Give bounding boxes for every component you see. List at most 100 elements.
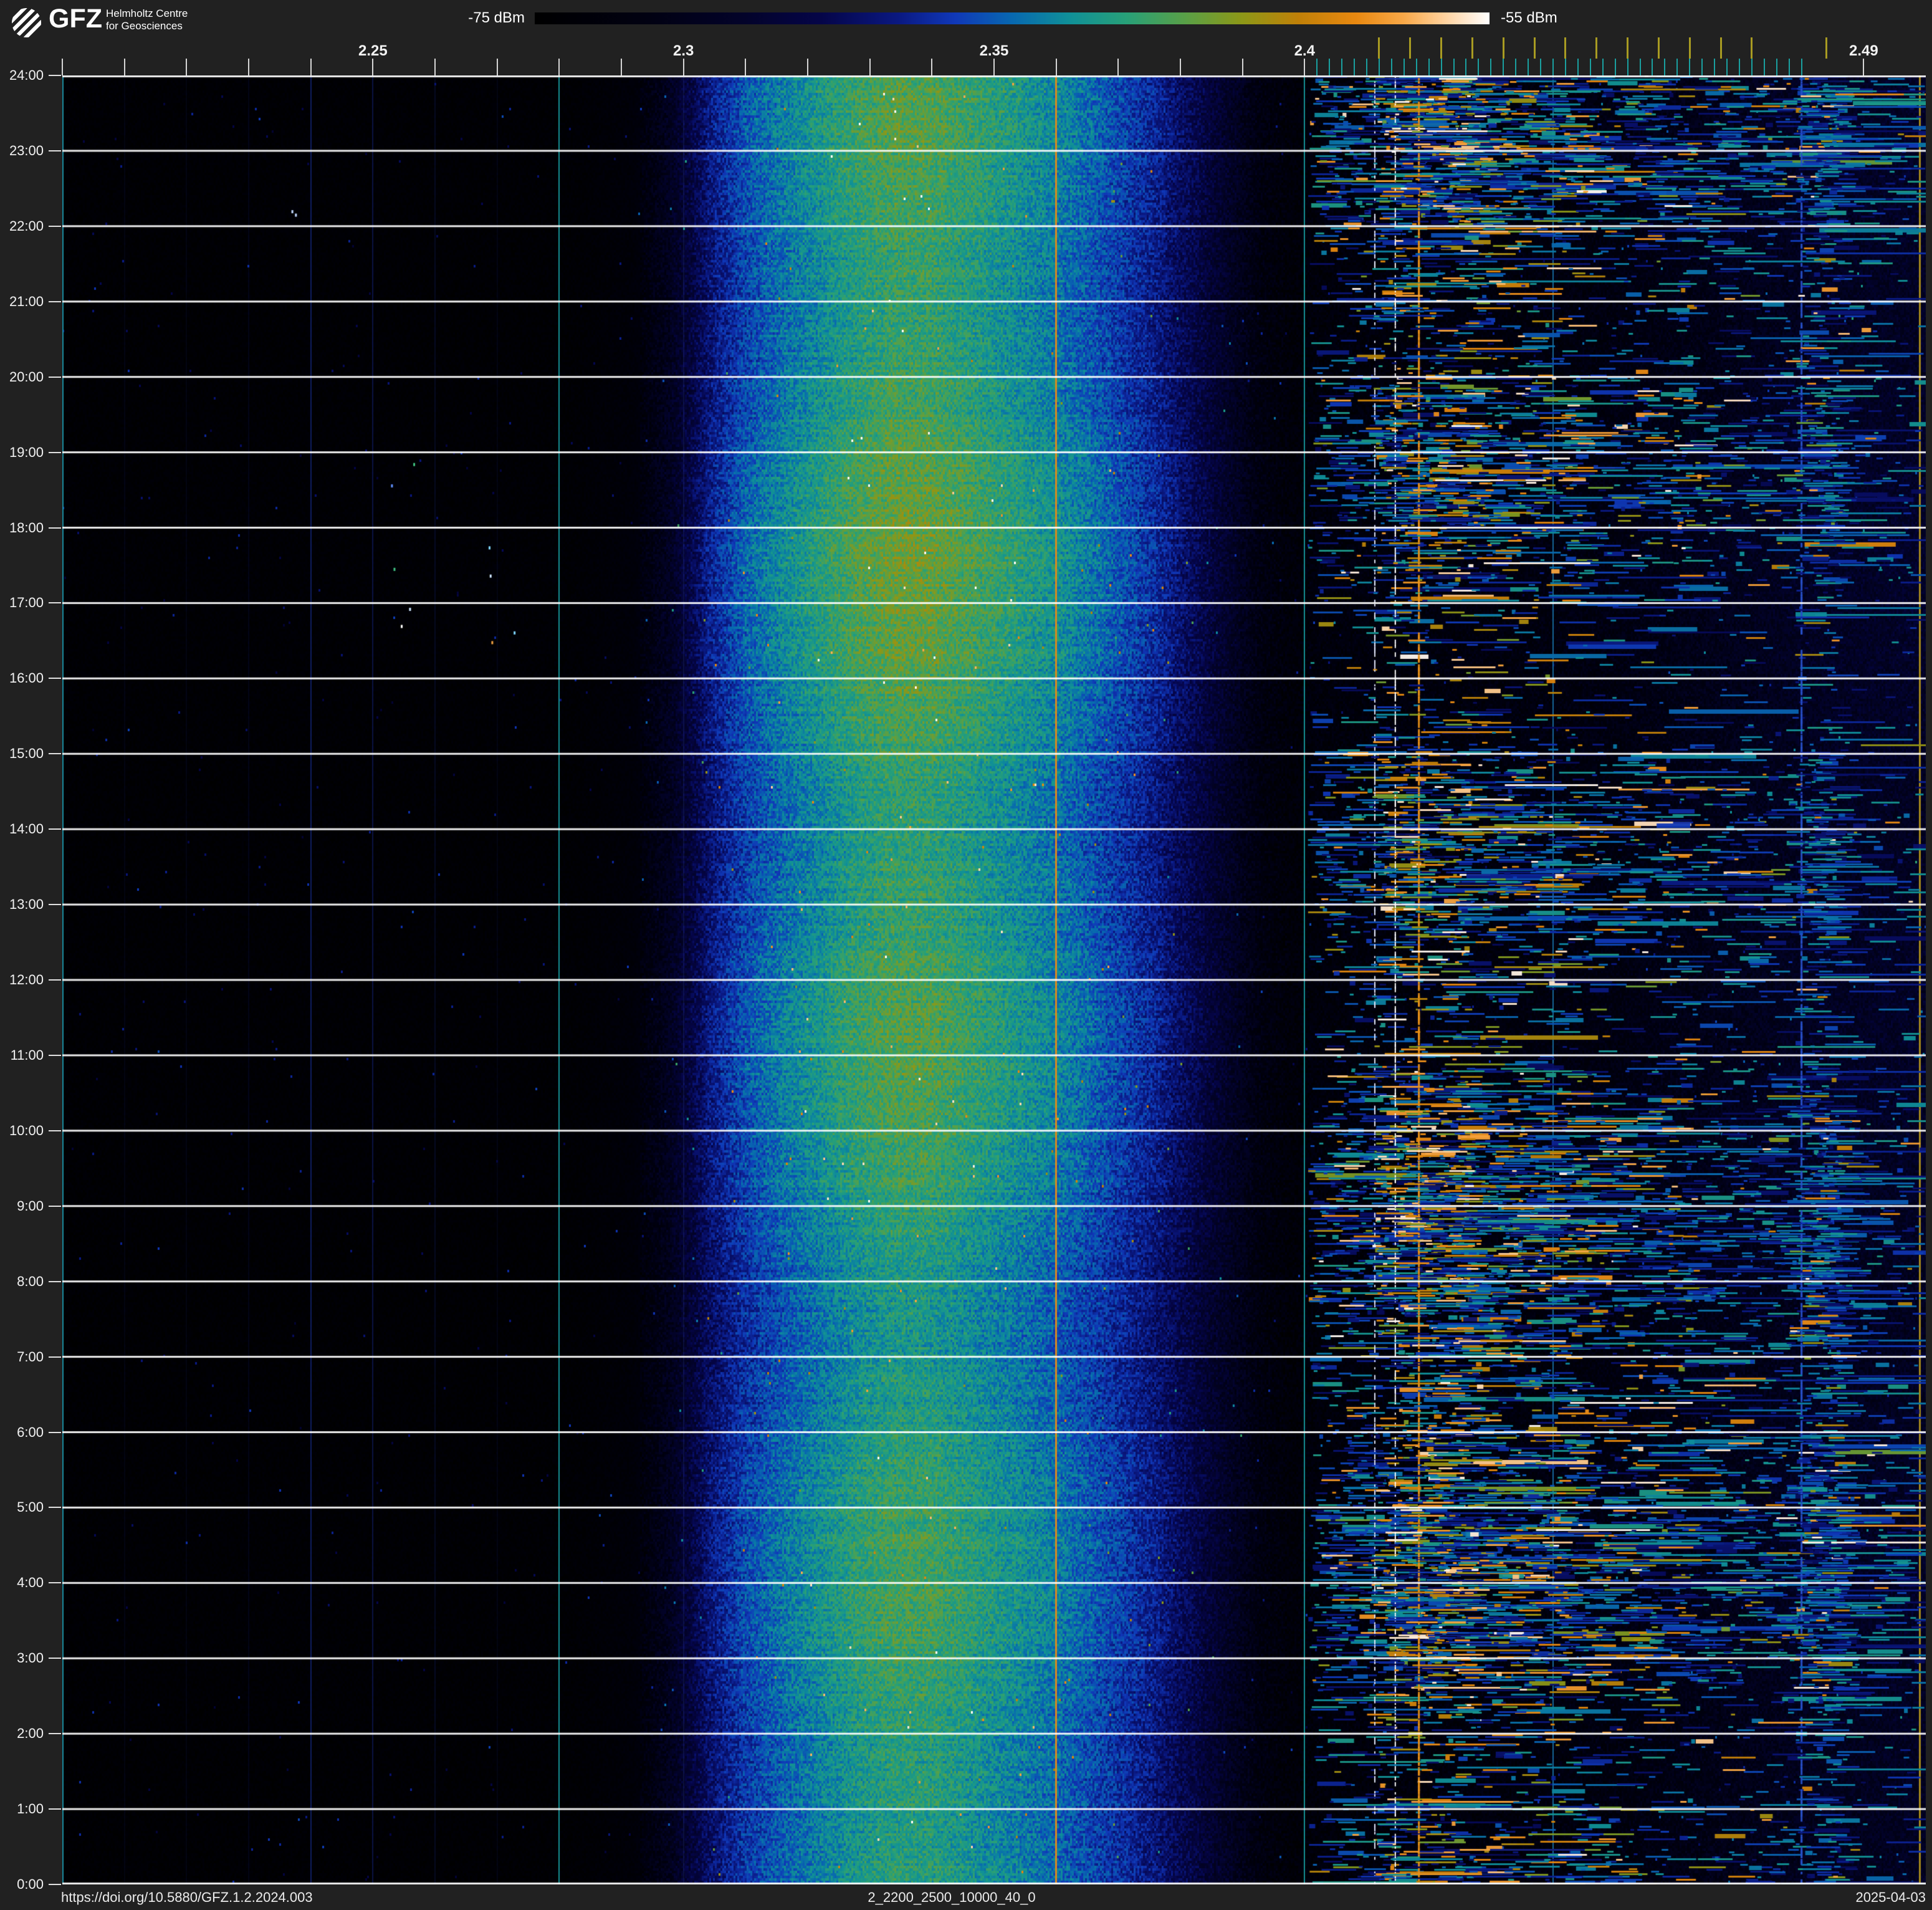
time-label: 16:00 <box>9 670 44 686</box>
wifi-channel-tick <box>1825 37 1828 59</box>
time-tick <box>49 602 61 604</box>
ble-channel-tick <box>1589 59 1591 75</box>
ble-channel-tick <box>1751 59 1753 75</box>
time-tick <box>49 979 61 981</box>
time-label: 1:00 <box>17 1801 44 1817</box>
ble-channel-tick <box>1564 59 1566 75</box>
ble-channel-tick <box>1478 59 1480 75</box>
ble-channel-tick <box>1627 59 1628 75</box>
ble-channel-tick <box>1701 59 1703 75</box>
freq-tick <box>434 59 436 75</box>
ble-channel-tick <box>1577 59 1579 75</box>
time-label: 24:00 <box>9 67 44 83</box>
time-label: 7:00 <box>17 1348 44 1365</box>
freq-label: 2.25 <box>358 42 388 59</box>
time-label: 10:00 <box>9 1122 44 1138</box>
time-label: 4:00 <box>17 1575 44 1591</box>
ble-channel-tick <box>1453 59 1455 75</box>
freq-tick <box>1055 59 1057 75</box>
ble-channel-tick <box>1800 59 1802 75</box>
ble-channel-tick <box>1788 59 1790 75</box>
ble-channel-tick <box>1528 59 1529 75</box>
wifi-channel-tick <box>1595 37 1598 59</box>
wifi-channel-tick <box>1409 37 1412 59</box>
freq-tick <box>931 59 933 75</box>
time-tick <box>49 678 61 679</box>
freq-tick <box>310 59 312 75</box>
freq-tick <box>1241 59 1243 75</box>
wifi-channel-tick <box>1657 37 1660 59</box>
wifi-channel-tick <box>1719 37 1722 59</box>
freq-tick <box>1304 59 1306 75</box>
colorbar-max-label: -55 dBm <box>1501 9 1557 26</box>
time-tick <box>49 1280 61 1282</box>
time-label: 6:00 <box>17 1424 44 1440</box>
time-label: 2:00 <box>17 1725 44 1742</box>
ble-channel-tick <box>1390 59 1392 75</box>
org-line1: Helmholtz Centre <box>106 7 188 19</box>
time-tick <box>49 451 61 453</box>
time-tick <box>49 1130 61 1131</box>
ble-channel-tick <box>1403 59 1405 75</box>
ble-channel-tick <box>1515 59 1517 75</box>
time-label: 5:00 <box>17 1499 44 1515</box>
wifi-channel-tick <box>1471 37 1473 59</box>
ble-channel-tick <box>1329 59 1331 75</box>
time-tick <box>49 904 61 906</box>
wifi-channel-tick <box>1564 37 1567 59</box>
ble-channel-tick <box>1639 59 1641 75</box>
freq-tick <box>621 59 622 75</box>
freq-label: 2.3 <box>672 42 694 59</box>
freq-tick <box>682 59 684 75</box>
wifi-channel-tick <box>1378 37 1380 59</box>
ble-channel-tick <box>1316 59 1318 75</box>
wifi-channel-tick <box>1688 37 1691 59</box>
colorbar-gradient <box>535 12 1490 24</box>
time-label: 19:00 <box>9 444 44 460</box>
time-tick <box>49 1054 61 1056</box>
time-tick <box>49 1884 61 1885</box>
time-label: 3:00 <box>17 1650 44 1666</box>
freq-tick <box>1117 59 1119 75</box>
freq-tick <box>1863 59 1865 75</box>
wifi-channel-tick <box>1751 37 1753 59</box>
time-tick <box>49 300 61 302</box>
ble-channel-tick <box>1440 59 1442 75</box>
freq-tick <box>496 59 498 75</box>
freq-tick <box>558 59 560 75</box>
time-tick <box>49 150 61 151</box>
freq-tick <box>807 59 808 75</box>
wifi-channel-tick <box>1627 37 1629 59</box>
freq-label: 2.49 <box>1848 42 1878 59</box>
time-label: 18:00 <box>9 519 44 535</box>
ble-channel-tick <box>1776 59 1777 75</box>
gfz-logo-icon <box>12 8 41 37</box>
time-label: 14:00 <box>9 821 44 837</box>
freq-tick <box>869 59 871 75</box>
ble-channel-tick <box>1428 59 1430 75</box>
ble-channel-tick <box>1726 59 1728 75</box>
filename-text: 2_2200_2500_10000_40_0 <box>868 1889 1036 1905</box>
freq-tick <box>123 59 125 75</box>
ble-channel-tick <box>1415 59 1417 75</box>
time-label: 21:00 <box>9 293 44 309</box>
time-tick <box>49 1431 61 1433</box>
time-tick <box>49 753 61 755</box>
freq-tick <box>993 59 995 75</box>
freq-tick <box>62 59 63 75</box>
doi-text: https://doi.org/10.5880/GFZ.1.2.2024.003 <box>61 1889 313 1905</box>
wifi-channel-tick <box>1502 37 1504 59</box>
freq-tick <box>186 59 188 75</box>
freq-label: 2.4 <box>1294 42 1316 59</box>
freq-tick <box>745 59 747 75</box>
date-text: 2025-04-03 <box>1855 1889 1926 1905</box>
ble-channel-tick <box>1341 59 1343 75</box>
time-label: 20:00 <box>9 368 44 385</box>
time-label: 12:00 <box>9 972 44 987</box>
ble-channel-tick <box>1739 59 1740 75</box>
wifi-channel-tick <box>1533 37 1536 59</box>
time-label: 15:00 <box>9 746 44 762</box>
time-tick <box>49 1658 61 1659</box>
spectrogram-monitor-page: { "header": { "logo_text": "GFZ", "org_l… <box>0 0 1932 1910</box>
time-label: 13:00 <box>9 896 44 913</box>
